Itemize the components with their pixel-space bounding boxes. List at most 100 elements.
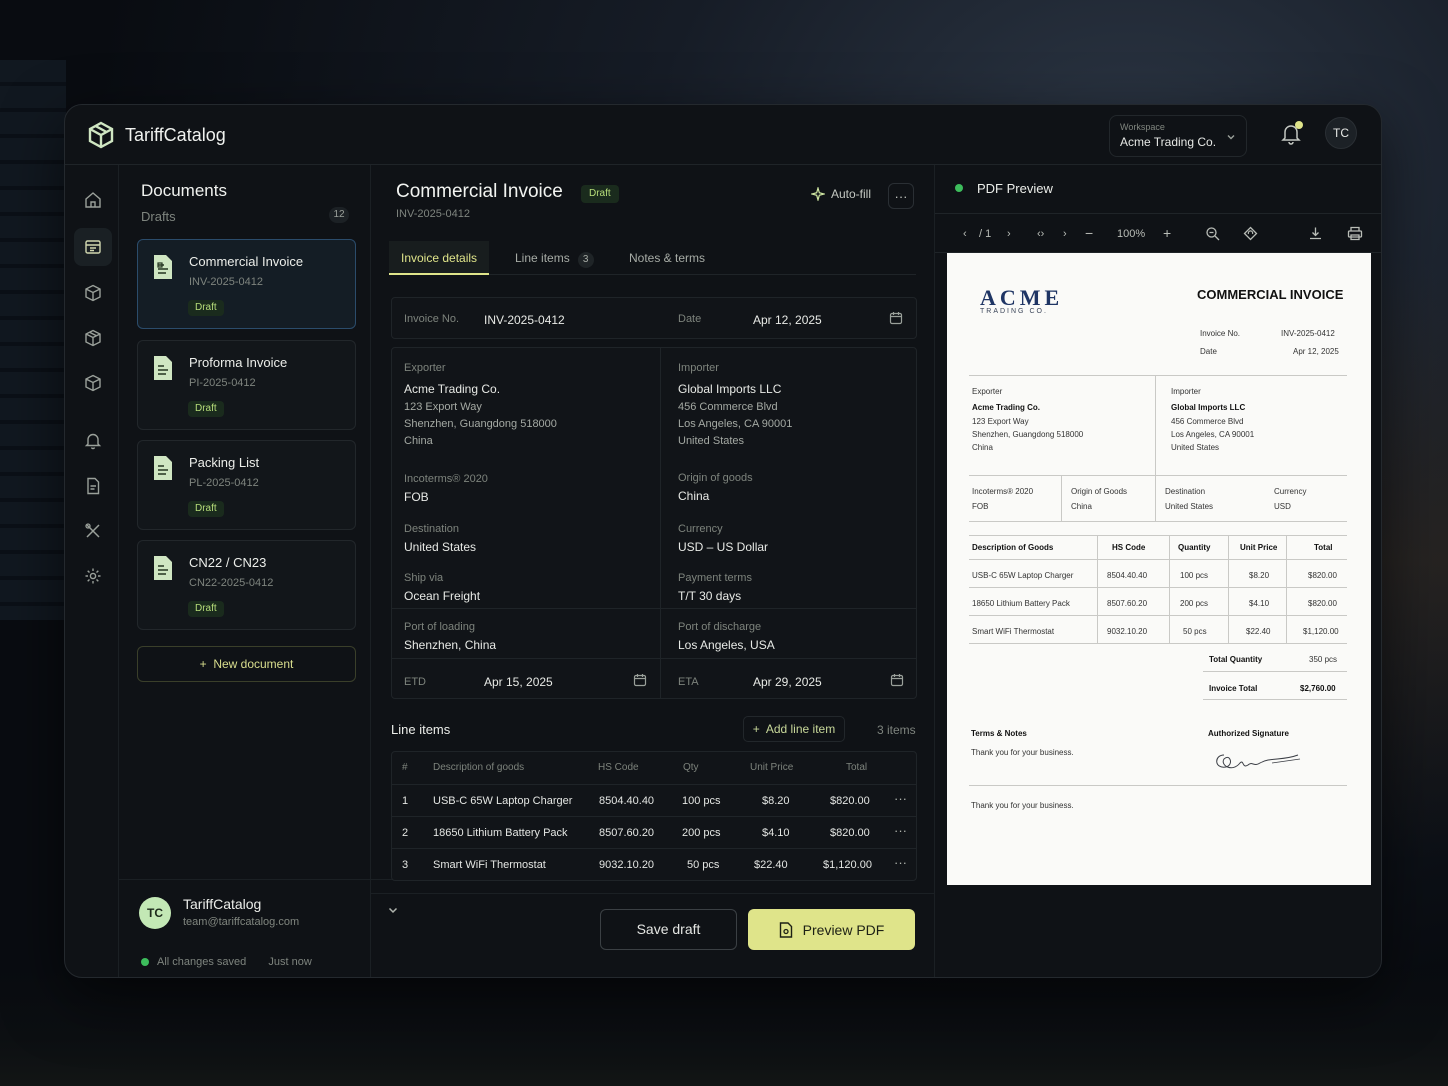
- pdf-rule: [969, 615, 1347, 616]
- table-row[interactable]: 1 USB-C 65W Laptop Charger 8504.40.40 10…: [392, 784, 916, 816]
- preview-pdf-button[interactable]: Preview PDF: [748, 909, 915, 950]
- more-options-button[interactable]: ···: [888, 183, 914, 209]
- doc-id: PL-2025-0412: [189, 477, 259, 489]
- save-status-text: All changes saved: [157, 956, 247, 968]
- print-icon[interactable]: [1347, 226, 1363, 241]
- pdf-row-qty: 50 pcs: [1183, 627, 1207, 636]
- row-total: $820.00: [830, 795, 870, 807]
- cube-icon[interactable]: [82, 372, 104, 394]
- pdf-preview-title: PDF Preview: [977, 181, 1053, 196]
- row-more-icon[interactable]: ···: [894, 791, 907, 806]
- tab-count: 3: [577, 252, 594, 268]
- tab-bar: Invoice details Line items 3 Notes & term…: [389, 241, 916, 275]
- ship-via-field[interactable]: Ocean Freight: [404, 589, 480, 603]
- port-of-loading-label: Port of loading: [404, 621, 475, 633]
- incoterms-field[interactable]: FOB: [404, 490, 429, 504]
- tab-line-items[interactable]: Line items 3: [515, 241, 594, 275]
- currency-field[interactable]: USD – US Dollar: [678, 540, 768, 554]
- row-divider: [392, 608, 916, 609]
- row-more-icon[interactable]: ···: [894, 823, 907, 838]
- column-divider: [660, 348, 661, 698]
- file-icon[interactable]: [82, 475, 104, 497]
- calendar-icon[interactable]: [633, 673, 647, 687]
- brand[interactable]: TariffCatalog: [87, 121, 226, 149]
- row-hs-code: 8507.60.20: [599, 827, 655, 839]
- calendar-icon[interactable]: [890, 673, 904, 687]
- save-status: All changes saved Just now: [141, 956, 312, 968]
- zoom-out-icon[interactable]: −: [1085, 225, 1093, 241]
- etd-field[interactable]: Apr 15, 2025: [484, 675, 553, 689]
- acme-logo-subtitle: TRADING CO.: [980, 308, 1048, 315]
- bell-icon[interactable]: [82, 430, 104, 452]
- table-row[interactable]: 2 18650 Lithium Battery Pack 8507.60.20 …: [392, 816, 916, 848]
- document-icon: [154, 456, 172, 480]
- row-description: USB-C 65W Laptop Charger: [433, 795, 573, 807]
- column-header: Description of goods: [433, 762, 525, 773]
- add-line-item-button[interactable]: + Add line item: [743, 716, 845, 742]
- exporter-name[interactable]: Acme Trading Co.: [404, 382, 500, 396]
- parties-and-shipping-box: Exporter Acme Trading Co. 123 Export Way…: [391, 347, 917, 699]
- eta-field[interactable]: Apr 29, 2025: [753, 675, 822, 689]
- origin-field[interactable]: China: [678, 489, 709, 503]
- date-field[interactable]: Apr 12, 2025: [753, 313, 822, 327]
- status-badge: Draft: [188, 300, 224, 316]
- download-icon[interactable]: [1308, 226, 1323, 241]
- etd-label: ETD: [404, 676, 426, 688]
- invoice-number-row: Invoice No. INV-2025-0412 Date Apr 12, 2…: [391, 297, 917, 339]
- pdf-column-header: Quantity: [1178, 543, 1211, 552]
- pdf-row-description: Smart WiFi Thermostat: [972, 627, 1055, 636]
- row-more-icon[interactable]: ···: [894, 855, 907, 870]
- importer-label: Importer: [678, 362, 719, 374]
- destination-field[interactable]: United States: [404, 540, 476, 554]
- pdf-origin: China: [1071, 502, 1092, 511]
- pdf-exporter-country: China: [972, 443, 993, 452]
- invoice-no-field[interactable]: INV-2025-0412: [484, 313, 565, 327]
- prev-page-icon[interactable]: ‹: [963, 228, 967, 240]
- doc-card-packing-list[interactable]: Packing List PL-2025-0412 Draft: [137, 440, 356, 530]
- port-of-loading-field[interactable]: Shenzhen, China: [404, 638, 496, 652]
- tab-label: Notes & terms: [629, 251, 706, 265]
- home-icon[interactable]: [82, 189, 104, 211]
- pdf-rule: [969, 535, 1347, 536]
- pdf-total-qty-label: Total Quantity: [1209, 655, 1263, 664]
- pdf-heading: COMMERCIAL INVOICE: [1197, 287, 1344, 302]
- package-icon[interactable]: [82, 282, 104, 304]
- avatar[interactable]: TC: [1325, 117, 1357, 149]
- doc-card-cn22[interactable]: CN22 / CN23 CN22-2025-0412 Draft: [137, 540, 356, 630]
- pdf-currency: USD: [1274, 502, 1291, 511]
- save-draft-button[interactable]: Save draft: [600, 909, 737, 950]
- box-icon[interactable]: [82, 327, 104, 349]
- payment-terms-field[interactable]: T/T 30 days: [678, 589, 741, 603]
- autofill-button[interactable]: Auto-fill: [811, 187, 871, 201]
- table-row[interactable]: 3 Smart WiFi Thermostat 9032.10.20 50 pc…: [392, 848, 916, 880]
- search-icon[interactable]: [1205, 226, 1220, 241]
- code-view-icon[interactable]: ‹›: [1037, 228, 1044, 240]
- workspace-selector[interactable]: Workspace Acme Trading Co.: [1109, 115, 1247, 157]
- documents-icon[interactable]: [74, 228, 112, 266]
- importer-name[interactable]: Global Imports LLC: [678, 382, 781, 396]
- importer-address-line: Los Angeles, CA 90001: [678, 418, 793, 430]
- row-number: 3: [402, 859, 409, 871]
- tools-icon[interactable]: [82, 520, 104, 542]
- user-avatar[interactable]: TC: [139, 897, 171, 929]
- rotate-icon[interactable]: [1243, 226, 1258, 241]
- pdf-invoice-total: $2,760.00: [1300, 684, 1336, 693]
- exporter-address-line: Shenzhen, Guangdong 518000: [404, 418, 557, 430]
- zoom-level[interactable]: 100%: [1117, 228, 1145, 240]
- zoom-in-icon[interactable]: +: [1163, 225, 1171, 241]
- tab-notes-terms[interactable]: Notes & terms: [629, 241, 705, 275]
- new-document-button[interactable]: + New document: [137, 646, 356, 682]
- calendar-icon[interactable]: [889, 311, 903, 325]
- column-header: Unit Price: [750, 762, 794, 773]
- gear-icon[interactable]: [82, 565, 104, 587]
- next-page-icon[interactable]: ›: [1007, 228, 1011, 240]
- chevron-down-icon: [1227, 135, 1235, 140]
- tab-invoice-details[interactable]: Invoice details: [389, 241, 490, 275]
- pdf-rule: [1097, 535, 1098, 643]
- doc-card-proforma-invoice[interactable]: Proforma Invoice PI-2025-0412 Draft: [137, 340, 356, 430]
- port-of-discharge-field[interactable]: Los Angeles, USA: [678, 638, 775, 652]
- next-icon[interactable]: ›: [1063, 228, 1067, 240]
- doc-card-commercial-invoice[interactable]: Commercial Invoice INV-2025-0412 Draft: [137, 239, 356, 329]
- pdf-incoterms: FOB: [972, 502, 989, 511]
- pdf-origin-label: Origin of Goods: [1071, 487, 1128, 496]
